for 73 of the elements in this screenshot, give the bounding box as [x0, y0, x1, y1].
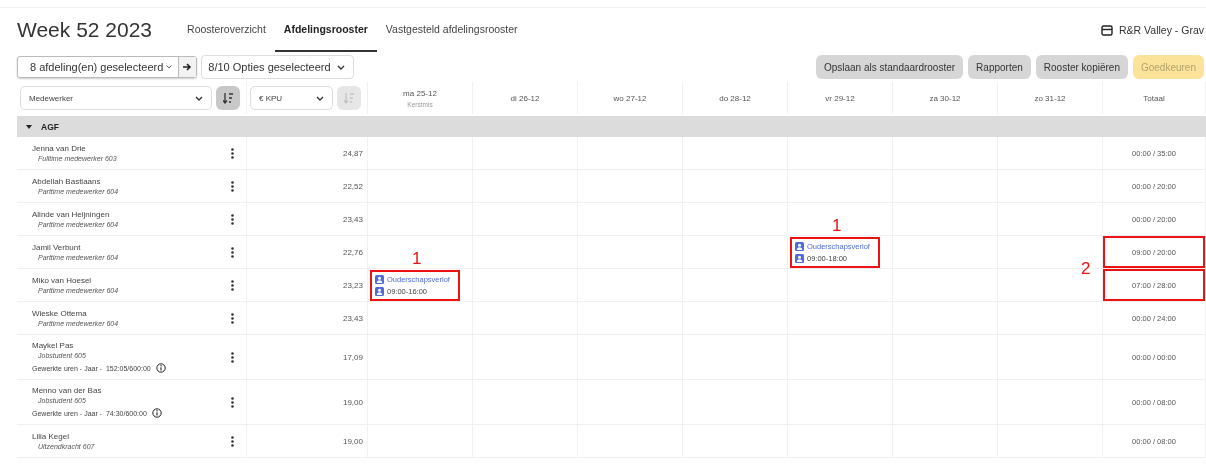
employee-name: Maykel Pas: [32, 341, 75, 350]
more-options-button[interactable]: [229, 351, 236, 363]
kpu-value: 17,09: [342, 352, 363, 362]
kebab-icon: [231, 396, 234, 408]
chevron-down-icon: [336, 64, 345, 70]
kebab-icon: [231, 246, 234, 258]
more-options-button[interactable]: [229, 312, 236, 324]
day-heading: do 28-12: [719, 93, 751, 103]
kebab-icon: [231, 312, 234, 324]
action-button[interactable]: Rooster kopiëren: [1035, 55, 1128, 79]
person-icon: [795, 241, 804, 251]
day-heading: di 26-12: [510, 93, 540, 103]
location-name[interactable]: R&R Valley - Grav: [1119, 24, 1204, 36]
kpu-value: 22,52: [342, 181, 363, 191]
day-heading: wo 27-12: [613, 93, 647, 103]
more-options-button[interactable]: [229, 246, 236, 258]
day-heading: vr 29-12: [825, 93, 855, 103]
chevron-down-icon: [316, 95, 324, 101]
employee-name: Alinde van Heijningen: [32, 210, 111, 219]
day-heading: za 30-12: [929, 93, 961, 103]
kpu-value: 23,43: [342, 214, 363, 224]
kpu-value: 24,87: [342, 148, 363, 158]
employee-name: Wieske Ottema: [32, 309, 88, 318]
store-icon: [1101, 24, 1113, 36]
more-options-button[interactable]: [229, 279, 236, 291]
kpu-value: 23,23: [342, 280, 363, 290]
kebab-icon: [231, 351, 234, 363]
group-header[interactable]: AGF: [17, 116, 1206, 137]
employee-name: Jamil Verbunt: [32, 243, 82, 252]
person-icon: [795, 253, 804, 263]
person-icon: [375, 274, 384, 284]
kpu-value: 19,00: [342, 436, 363, 446]
more-options-button[interactable]: [229, 396, 236, 408]
person-icon: [375, 286, 384, 296]
info-icon: [155, 363, 166, 373]
action-button[interactable]: Rapporten: [968, 55, 1031, 79]
day-heading: ma 25-12: [403, 88, 437, 98]
kpu-value: 23,43: [342, 313, 363, 323]
employee-name: Menno van der Bas: [32, 386, 103, 395]
tab[interactable]: Vastgesteld afdelingsrooster: [376, 8, 527, 52]
tab[interactable]: Roosteroverzicht: [178, 8, 275, 52]
employee-name: Miko van Hoesel: [32, 276, 93, 285]
more-options-button[interactable]: [229, 147, 236, 159]
more-options-button[interactable]: [229, 213, 236, 225]
caret-down-icon: [25, 122, 33, 131]
employee-name: Jenna van Drie: [32, 144, 87, 153]
column-heading: Totaal: [1143, 93, 1165, 103]
kebab-icon: [231, 213, 234, 225]
page-title: Week 52 2023: [17, 18, 153, 42]
sort-button[interactable]: [216, 86, 240, 110]
more-options-button[interactable]: [229, 435, 236, 447]
employee-name: Lilia Kegel: [32, 432, 70, 441]
day-heading: zo 31-12: [1034, 93, 1066, 103]
chevron-down-icon: [195, 95, 203, 101]
kebab-icon: [231, 279, 234, 291]
info-icon: [151, 408, 162, 418]
kebab-icon: [231, 147, 234, 159]
kebab-icon: [231, 435, 234, 447]
more-options-button[interactable]: [229, 180, 236, 192]
kebab-icon: [231, 180, 234, 192]
action-button[interactable]: Opslaan als standaardrooster: [815, 55, 964, 79]
kpu-value: 19,00: [342, 397, 363, 407]
group-name: AGF: [41, 121, 59, 132]
employee-name: Abdellah Bastiaans: [32, 177, 102, 186]
options-select[interactable]: 8/10 Opties geselecteerd: [201, 55, 354, 79]
sort-icon: [223, 92, 233, 104]
sort-field-select[interactable]: Medewerker: [20, 86, 212, 110]
annotation-number: 1: [832, 216, 842, 234]
kpu-value: 22,76: [342, 247, 363, 257]
sort-icon: [344, 92, 354, 104]
annotation-number: 1: [412, 249, 422, 267]
tab[interactable]: Afdelingsrooster: [274, 8, 377, 52]
annotation-number: 2: [1081, 260, 1091, 277]
